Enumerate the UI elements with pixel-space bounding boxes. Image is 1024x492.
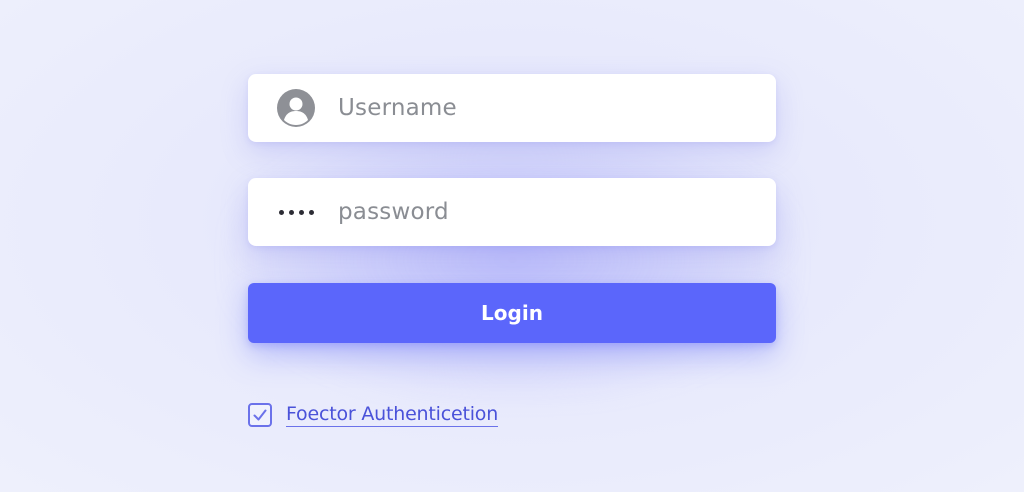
- user-avatar-icon: [276, 88, 316, 128]
- background-glow: [230, 120, 795, 400]
- mfa-option: Foector Authenticetion: [248, 401, 498, 429]
- password-field[interactable]: password: [248, 178, 776, 246]
- password-dots-icon: [276, 192, 316, 232]
- username-field[interactable]: Username: [248, 74, 776, 142]
- password-placeholder: password: [338, 199, 449, 225]
- login-button[interactable]: Login: [248, 283, 776, 343]
- checkmark-icon: [253, 409, 267, 421]
- username-placeholder: Username: [338, 95, 457, 121]
- mfa-link[interactable]: Foector Authenticetion: [286, 403, 498, 427]
- login-button-label: Login: [481, 301, 543, 325]
- mfa-checkbox[interactable]: [248, 403, 272, 427]
